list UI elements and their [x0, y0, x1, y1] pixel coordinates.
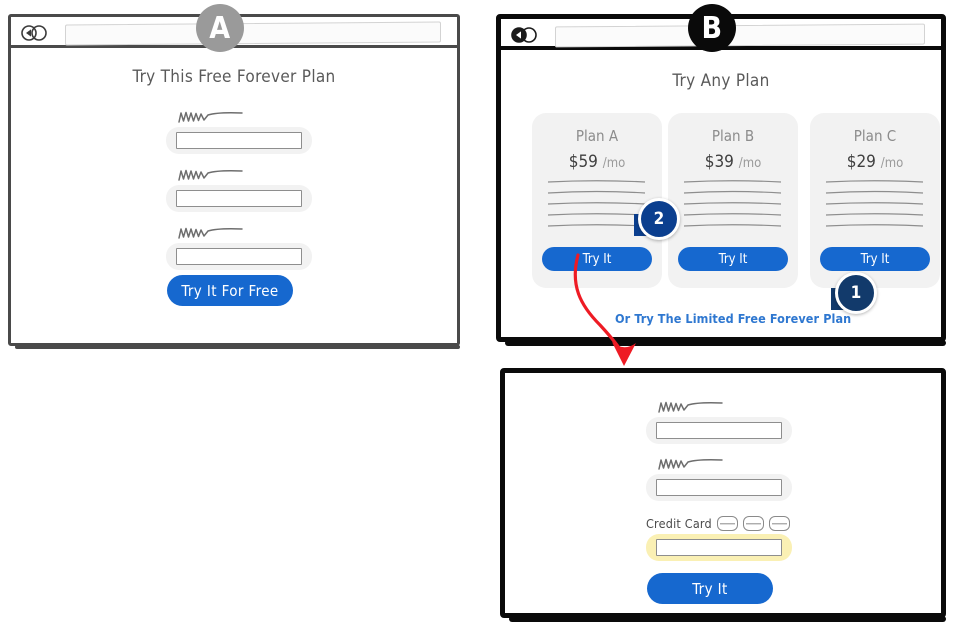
- text-input-1-a[interactable]: [176, 132, 302, 149]
- text-input-2-c[interactable]: [656, 479, 782, 496]
- plan-price-period: /mo: [602, 156, 626, 171]
- plan-price-amount: $59: [568, 152, 598, 172]
- browser-url-bar-b[interactable]: [555, 23, 925, 48]
- credit-card-input-halo: [646, 534, 792, 561]
- input-halo: [166, 127, 312, 154]
- scribble-label-icon: [658, 401, 723, 413]
- plan-price: $59 /mo: [532, 152, 662, 172]
- step-badge-2: 2: [634, 196, 680, 240]
- card-icon: [768, 516, 790, 531]
- try-it-button-c[interactable]: Try It: [647, 573, 773, 604]
- scribble-label-icon: [178, 111, 243, 123]
- form-field-3-a: [166, 225, 312, 270]
- plan-cta-button-1[interactable]: Try It: [542, 247, 652, 271]
- credit-card-input[interactable]: [656, 539, 782, 556]
- plan-card-2: Plan B $39 /mo Try It: [668, 113, 798, 288]
- plan-name: Plan C: [853, 127, 897, 145]
- page-title-b: Try Any Plan: [672, 71, 770, 91]
- step-marker-a-label: A: [209, 10, 231, 46]
- plan-cta-button-2[interactable]: Try It: [678, 247, 788, 271]
- step-marker-b-label: B: [701, 10, 723, 46]
- plan-feature-lines: [825, 180, 924, 227]
- plan-price: $39 /mo: [668, 152, 798, 172]
- credit-card-label-row: Credit Card: [646, 516, 790, 531]
- plan-cta-button-3[interactable]: Try It: [820, 247, 930, 271]
- try-it-for-free-button[interactable]: Try It For Free: [167, 275, 293, 306]
- step-marker-a: A: [196, 4, 244, 52]
- plan-price-amount: $29: [846, 152, 876, 172]
- browser-window-b: Try Any Plan Plan A $59 /mo Try It Plan …: [496, 14, 946, 346]
- step-marker-b: B: [688, 4, 736, 52]
- browser-url-bar-a[interactable]: [65, 21, 441, 46]
- step-badge-1: 1: [831, 270, 877, 314]
- step-badge-1-disc: 1: [835, 272, 877, 314]
- text-input-3-a[interactable]: [176, 248, 302, 265]
- input-halo: [166, 185, 312, 212]
- form-field-2-a: [166, 167, 312, 212]
- text-input-2-a[interactable]: [176, 190, 302, 207]
- plan-price: $29 /mo: [810, 152, 940, 172]
- browser-window-a: Try This Free Forever Plan Try It For Fr…: [8, 14, 460, 349]
- form-field-credit-card-c: [646, 534, 792, 561]
- plan-feature-lines: [547, 180, 646, 227]
- step-badge-2-disc: 2: [638, 198, 680, 240]
- credit-card-label: Credit Card: [646, 516, 712, 531]
- plan-name: Plan A: [575, 127, 619, 145]
- scribble-label-icon: [178, 227, 243, 239]
- plan-price-period: /mo: [738, 156, 762, 171]
- checkout-window-c: Credit Card Try It: [500, 368, 946, 622]
- input-halo: [646, 474, 792, 501]
- text-input-1-c[interactable]: [656, 422, 782, 439]
- step-badge-1-label: 1: [850, 283, 862, 303]
- scribble-label-icon: [658, 458, 723, 470]
- form-field-1-a: [166, 109, 312, 154]
- browser-nav-icons-a: [21, 25, 57, 41]
- form-field-2-c: [646, 456, 792, 501]
- plan-feature-lines: [683, 180, 782, 227]
- input-halo: [166, 243, 312, 270]
- step-badge-2-label: 2: [653, 209, 665, 229]
- free-forever-plan-link[interactable]: Or Try The Limited Free Forever Plan: [615, 311, 851, 326]
- plan-price-period: /mo: [880, 156, 904, 171]
- scribble-label-icon: [178, 169, 243, 181]
- forward-circle-icon: [31, 25, 47, 41]
- browser-nav-icons-b: [511, 27, 547, 43]
- page-title-a: Try This Free Forever Plan: [132, 67, 336, 87]
- plan-name: Plan B: [711, 127, 755, 145]
- card-icon: [716, 516, 738, 531]
- wireframe-diagram: Try This Free Forever Plan Try It For Fr…: [0, 0, 960, 633]
- input-halo: [646, 417, 792, 444]
- plan-price-amount: $39: [704, 152, 734, 172]
- card-icon: [742, 516, 764, 531]
- plan-card-3: Plan C $29 /mo Try It: [810, 113, 940, 288]
- form-field-1-c: [646, 399, 792, 444]
